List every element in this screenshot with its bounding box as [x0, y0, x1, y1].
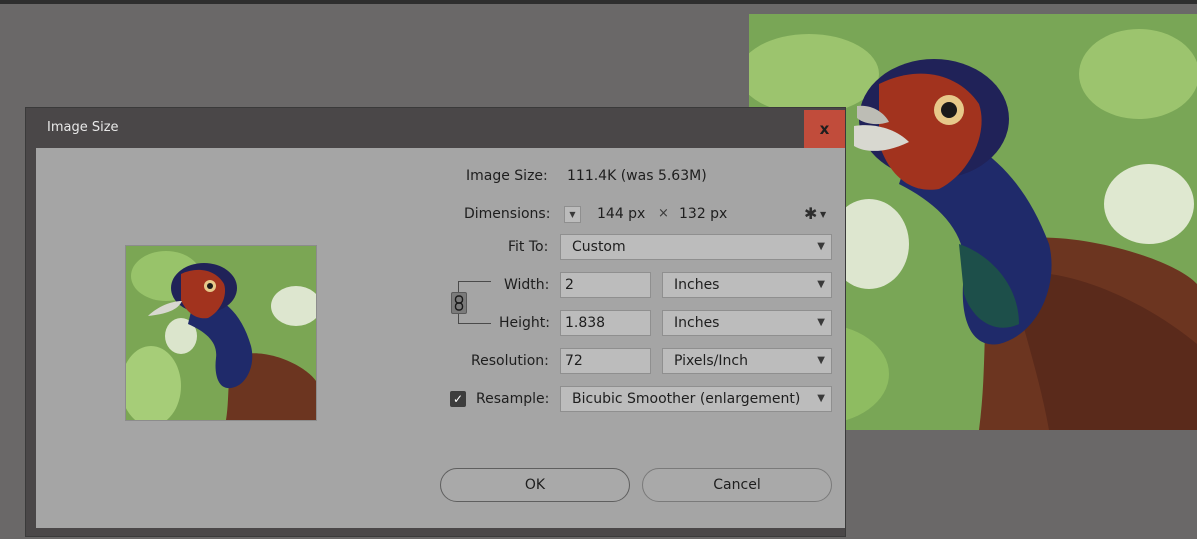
fit-to-dropdown[interactable]: Custom ▼ [560, 234, 832, 260]
resample-label: Resample: [476, 391, 550, 407]
link-chain-icon [454, 295, 464, 311]
image-size-dialog: Image Size x Image Size: 111.4K (was 5.6… [25, 107, 846, 537]
ok-button[interactable]: OK [440, 468, 630, 502]
chevron-down-icon: ▼ [817, 241, 825, 252]
fit-to-label: Fit To: [508, 239, 549, 255]
height-input[interactable]: 1.838 [560, 310, 651, 336]
chevron-down-icon: ▼ [817, 393, 825, 404]
dimensions-width-value: 144 px [597, 206, 646, 222]
dialog-title: Image Size [47, 120, 119, 135]
ok-button-label: OK [524, 477, 546, 493]
close-icon: x [819, 120, 830, 138]
width-unit-selected: Inches [674, 277, 720, 293]
dimensions-height-value: 132 px [679, 206, 728, 222]
height-label: Height: [499, 315, 550, 331]
chevron-down-icon: ▼ [817, 355, 825, 366]
height-unit-dropdown[interactable]: Inches ▼ [662, 310, 832, 336]
resample-checkbox[interactable]: ✓ [450, 391, 466, 407]
height-unit-selected: Inches [674, 315, 720, 331]
resolution-unit-selected: Pixels/Inch [674, 353, 748, 369]
fit-to-selected: Custom [572, 239, 626, 255]
image-preview[interactable] [125, 245, 317, 421]
cancel-button[interactable]: Cancel [642, 468, 832, 502]
gear-caret-icon: ▼ [820, 210, 827, 219]
width-input[interactable]: 2 [560, 272, 651, 298]
resolution-unit-dropdown[interactable]: Pixels/Inch ▼ [662, 348, 832, 374]
resample-method-dropdown[interactable]: Bicubic Smoother (enlargement) ▼ [560, 386, 832, 412]
dimensions-separator: × [658, 206, 669, 221]
dialog-titlebar[interactable]: Image Size [26, 108, 845, 148]
image-size-label: Image Size: [466, 168, 548, 184]
checkmark-icon: ✓ [452, 392, 464, 406]
image-size-value: 111.4K (was 5.63M) [567, 168, 707, 184]
dialog-body: Image Size: 111.4K (was 5.63M) ✱ ▼ Dimen… [36, 148, 845, 528]
gear-icon[interactable]: ✱ [804, 204, 817, 223]
resample-method-selected: Bicubic Smoother (enlargement) [572, 391, 801, 407]
chevron-down-icon: ▼ [817, 279, 825, 290]
workspace-top-strip [0, 0, 1197, 4]
chevron-down-icon: ▼ [817, 317, 825, 328]
close-button[interactable]: x [804, 110, 845, 148]
constrain-bracket-top [458, 281, 491, 292]
chevron-down-icon: ▼ [569, 210, 576, 219]
cancel-button-label: Cancel [713, 477, 761, 493]
width-label: Width: [504, 277, 550, 293]
width-unit-dropdown[interactable]: Inches ▼ [662, 272, 832, 298]
constrain-proportions-button[interactable] [451, 292, 467, 314]
constrain-bracket-bottom [458, 313, 491, 324]
dimensions-label: Dimensions: [464, 206, 551, 222]
dimensions-units-dropdown[interactable]: ▼ [564, 206, 581, 223]
resolution-input[interactable]: 72 [560, 348, 651, 374]
resolution-label: Resolution: [471, 353, 549, 369]
